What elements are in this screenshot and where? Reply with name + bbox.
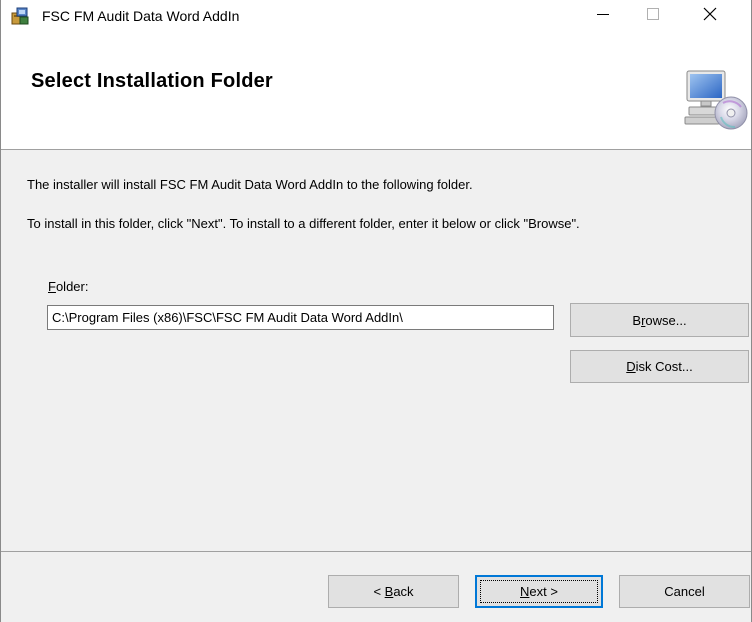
back-label-start: < <box>373 584 385 599</box>
install-instructions: To install in this folder, click "Next".… <box>27 216 580 231</box>
next-button[interactable]: Next > <box>475 575 603 608</box>
minimize-icon <box>597 8 609 23</box>
browse-button[interactable]: Br owse... <box>570 303 749 337</box>
installer-icon <box>11 7 29 25</box>
maximize-icon <box>647 8 659 23</box>
minimize-button[interactable] <box>578 0 628 31</box>
window-title: FSC FM Audit Data Word AddIn <box>42 8 240 24</box>
browse-label-end: owse... <box>645 312 687 328</box>
footer-divider <box>1 551 751 552</box>
page-title: Select Installation Folder <box>31 70 273 92</box>
disk-cost-button[interactable]: Disk Cost... <box>570 350 749 383</box>
folder-label: Folder: <box>48 279 88 294</box>
disk-cost-mnemonic: D <box>626 359 636 374</box>
close-button[interactable] <box>685 0 735 31</box>
maximize-button[interactable] <box>628 0 678 31</box>
computer-cd-icon <box>683 67 749 133</box>
close-icon <box>703 7 717 24</box>
folder-label-mnemonic: F <box>48 279 56 294</box>
browse-label-start: B <box>632 312 642 328</box>
back-button[interactable]: < Back <box>328 575 459 608</box>
header-banner: Select Installation Folder <box>1 31 751 150</box>
installer-window: FSC FM Audit Data Word AddIn Select Inst… <box>0 0 752 622</box>
install-description: The installer will install FSC FM Audit … <box>27 177 473 192</box>
back-label-mnemonic: B <box>384 584 394 599</box>
focus-rectangle <box>480 580 598 603</box>
folder-path-input[interactable] <box>47 305 554 330</box>
disk-cost-label: isk Cost... <box>635 359 693 374</box>
folder-label-text: older: <box>55 279 89 294</box>
cancel-button[interactable]: Cancel <box>619 575 750 608</box>
back-label-end: ack <box>393 584 414 599</box>
title-bar[interactable]: FSC FM Audit Data Word AddIn <box>1 0 751 31</box>
